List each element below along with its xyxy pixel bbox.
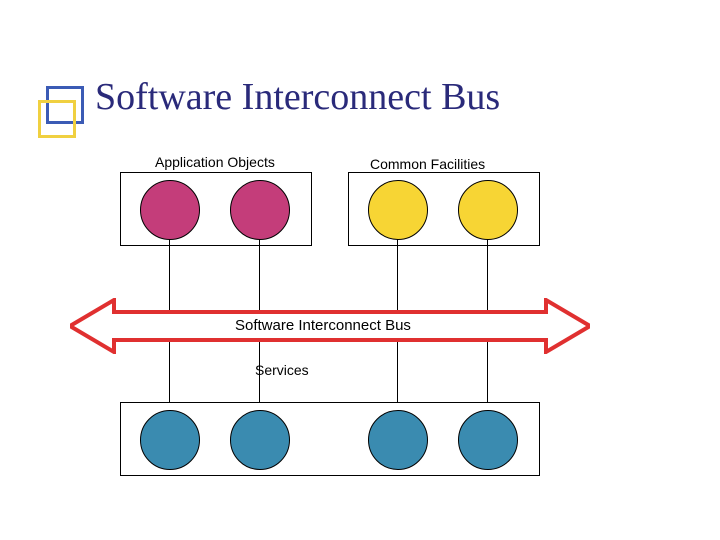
circle-service [230, 410, 290, 470]
label-services: Services [255, 362, 309, 378]
bullet-square-yellow [38, 100, 76, 138]
diagram-canvas: { "title": "Software Interconnect Bus", … [0, 0, 720, 540]
circle-common-facility [368, 180, 428, 240]
label-bus: Software Interconnect Bus [235, 317, 411, 334]
label-common-facilities: Common Facilities [370, 156, 485, 172]
circle-service [458, 410, 518, 470]
circle-app-object [230, 180, 290, 240]
label-app-objects: Application Objects [155, 154, 275, 170]
page-title: Software Interconnect Bus [95, 75, 500, 119]
circle-service [140, 410, 200, 470]
circle-service [368, 410, 428, 470]
circle-app-object [140, 180, 200, 240]
circle-common-facility [458, 180, 518, 240]
